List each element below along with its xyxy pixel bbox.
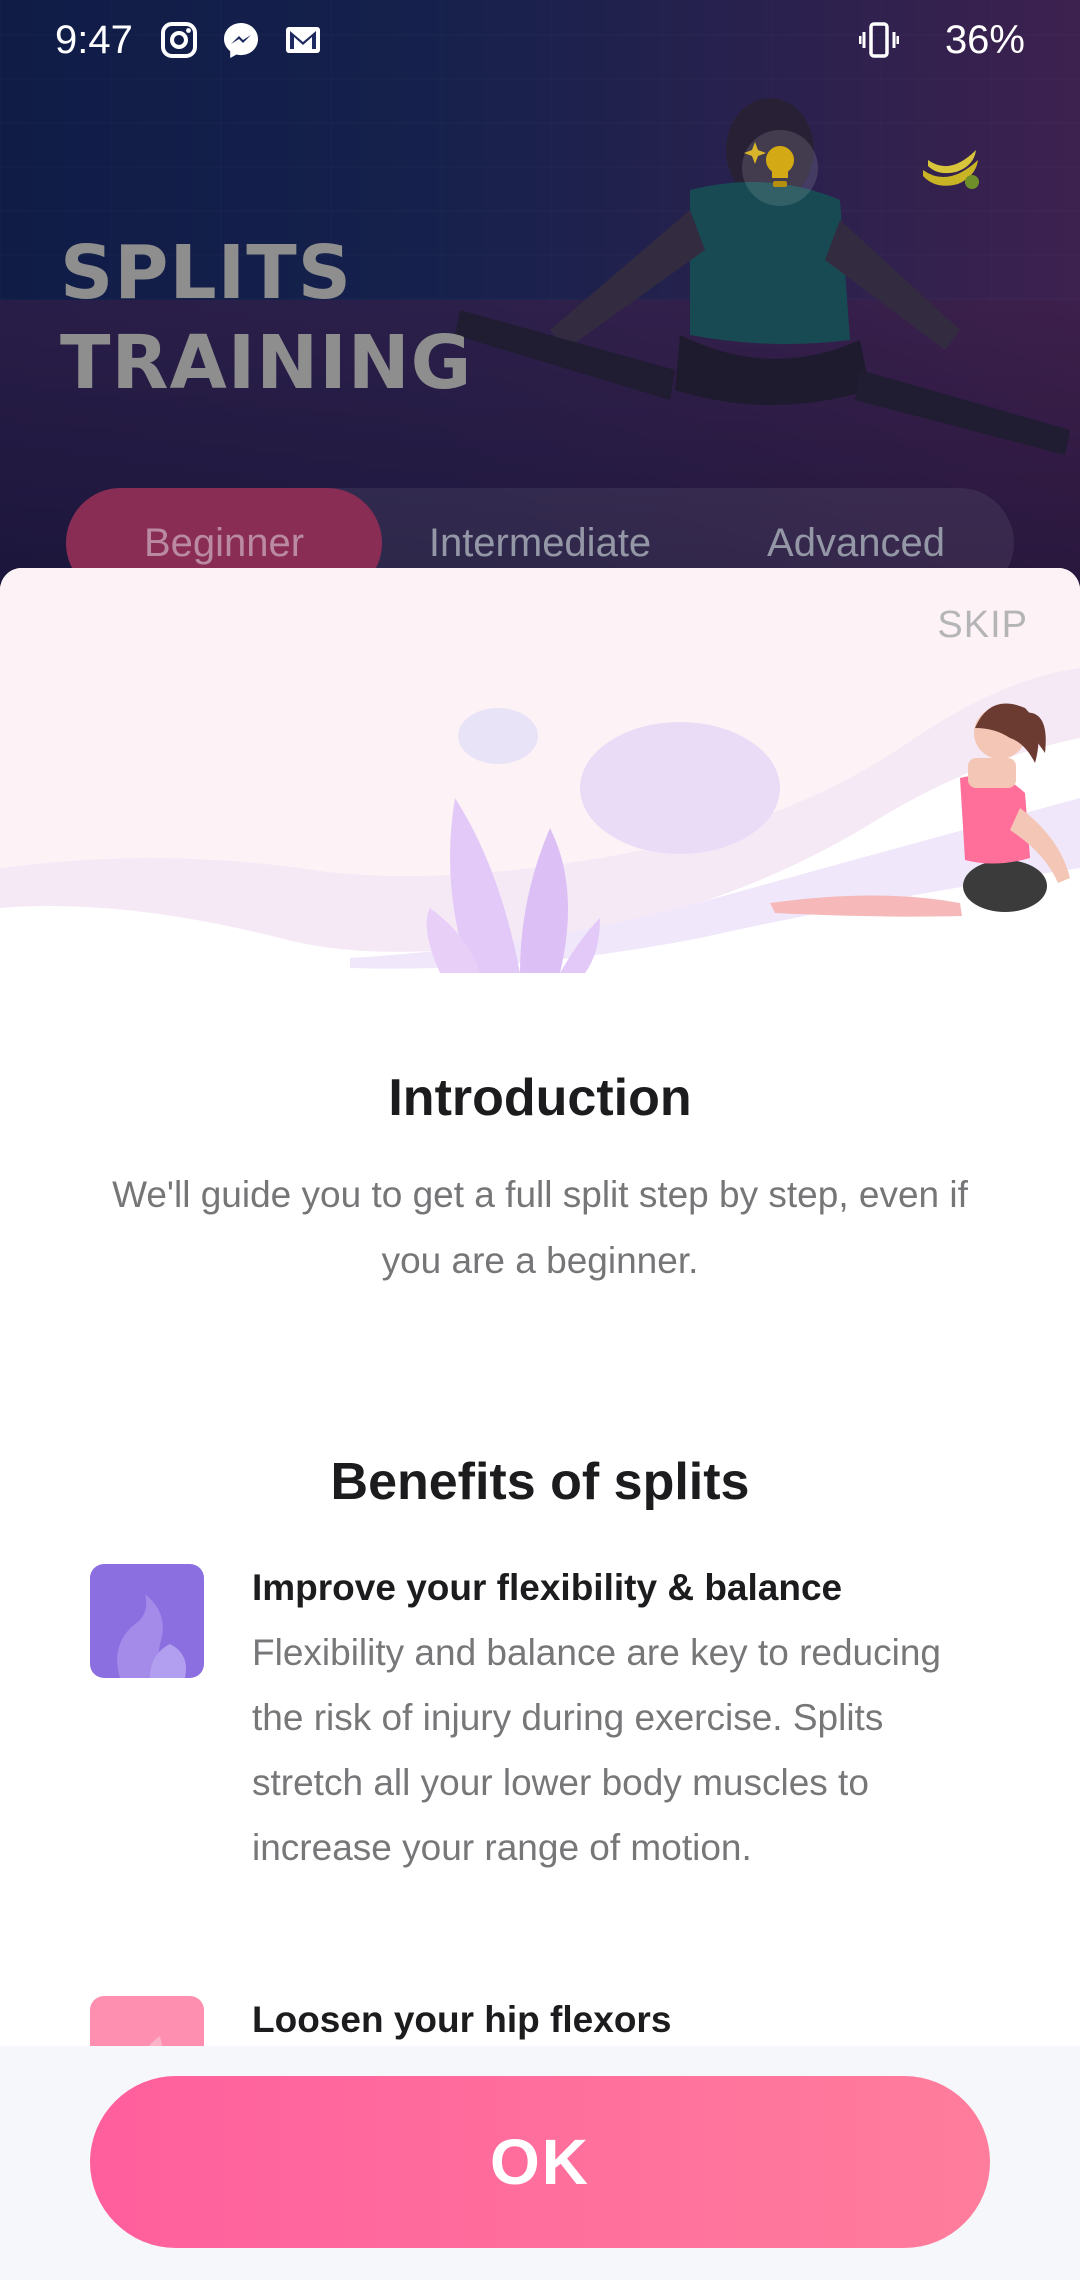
status-time: 9:47 [55,17,133,62]
messenger-icon [223,23,258,58]
gmail-icon [285,27,320,53]
sheet-footer: OK [0,2046,1080,2280]
battery-percentage: 36% [944,17,1025,62]
instagram-icon [160,22,197,58]
status-bar: 9:47 36% [0,0,1080,80]
flexibility-thumbnail-icon [90,1564,204,1678]
ok-button[interactable]: OK [90,2076,990,2248]
hero-illustration [0,568,1080,998]
skip-button[interactable]: SKIP [937,604,1028,647]
benefit-heading: Loosen your hip flexors [252,1999,672,2040]
hero-title: SPLITS TRAINING [60,228,472,408]
benefit-body: Improve your flexibility & balance Flexi… [252,1564,990,1880]
banana-ad-icon[interactable] [918,140,984,190]
benefit-description: Flexibility and balance are key to reduc… [252,1632,941,1868]
hero-title-line2: TRAINING [60,320,473,406]
benefit-heading: Improve your flexibility & balance [252,1567,843,1608]
intro-bottom-sheet: SKIP Introduction We'll guide you to get… [0,568,1080,2280]
intro-text: We'll guide you to get a full split step… [112,1174,968,1281]
benefits-title: Benefits of splits [330,1453,750,1511]
hero-title-line1: SPLITS [60,230,352,316]
status-right: 36% [858,17,1025,63]
vibrate-icon [858,22,899,58]
sheet-content: Introduction We'll guide you to get a fu… [0,1068,1080,2110]
lightbulb-icon[interactable] [740,128,820,208]
intro-title: Introduction [388,1069,692,1127]
benefit-item-flexibility: Improve your flexibility & balance Flexi… [90,1564,990,1880]
